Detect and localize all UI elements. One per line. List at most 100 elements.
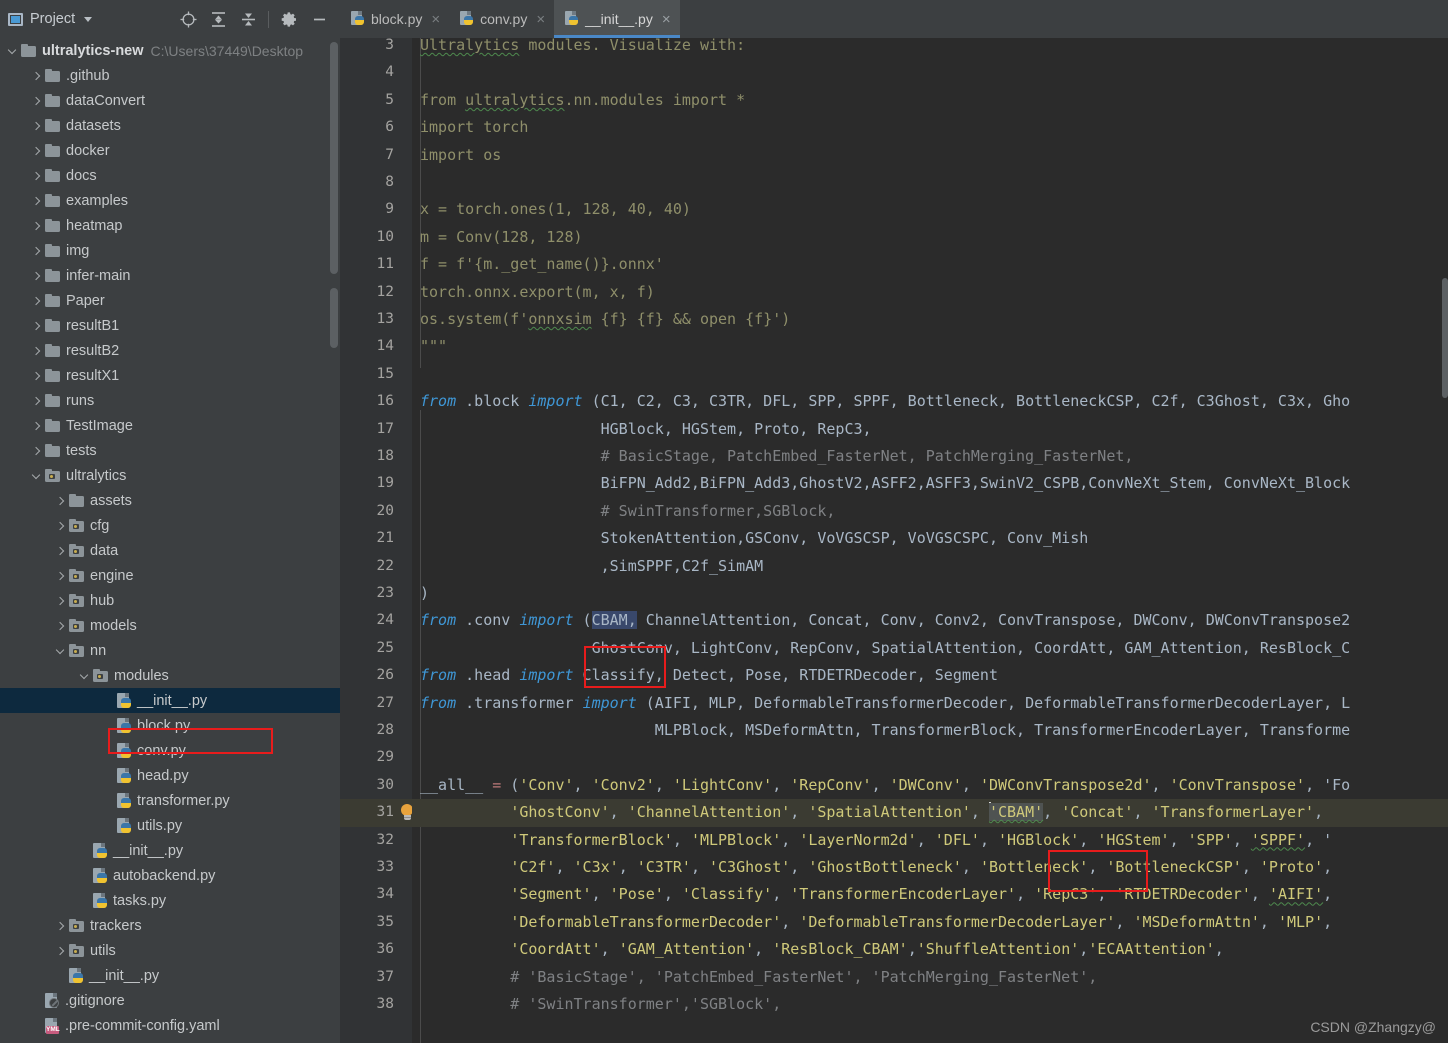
- chevron-right-icon[interactable]: [30, 419, 43, 432]
- tree-item-dataconvert[interactable]: dataConvert: [0, 88, 340, 113]
- collapse-all-icon[interactable]: [233, 4, 263, 34]
- chevron-down-icon[interactable]: [30, 469, 43, 482]
- expand-all-icon[interactable]: [203, 4, 233, 34]
- line-number: 19: [376, 475, 394, 492]
- chevron-right-icon[interactable]: [30, 169, 43, 182]
- code-content[interactable]: Ultralytics modules. Visualize with: from…: [412, 38, 1448, 1043]
- tree-item-data[interactable]: data: [0, 538, 340, 563]
- chevron-right-icon[interactable]: [54, 544, 67, 557]
- tree-item-testimage[interactable]: TestImage: [0, 413, 340, 438]
- tree-item-ultralytics[interactable]: ultralytics: [0, 463, 340, 488]
- hide-panel-icon[interactable]: [304, 4, 334, 34]
- tree-item-transformer-py[interactable]: transformer.py: [0, 788, 340, 813]
- tree-item-pre-commit-config-yaml[interactable]: YML .pre-commit-config.yaml: [0, 1013, 340, 1038]
- editor-tab-block-py[interactable]: block.py ×: [340, 0, 449, 38]
- chevron-right-icon[interactable]: [30, 219, 43, 232]
- chevron-right-icon[interactable]: [54, 494, 67, 507]
- tree-item-tests[interactable]: tests: [0, 438, 340, 463]
- chevron-right-icon[interactable]: [30, 144, 43, 157]
- chevron-right-icon[interactable]: [30, 244, 43, 257]
- tree-item-label: tests: [66, 442, 97, 459]
- editor-tab-init-py[interactable]: __init__.py ×: [554, 0, 681, 38]
- editor-tab-bar: block.py × conv.py × __init__.py ×: [340, 0, 1448, 38]
- chevron-right-icon[interactable]: [54, 569, 67, 582]
- tree-item-models[interactable]: models: [0, 613, 340, 638]
- chevron-right-icon[interactable]: [30, 444, 43, 457]
- tree-item-conv-py[interactable]: conv.py: [0, 738, 340, 763]
- tree-item-img[interactable]: img: [0, 238, 340, 263]
- tree-item-init-py[interactable]: __init__.py: [0, 688, 340, 713]
- tree-scrollbar-lower[interactable]: [330, 288, 338, 348]
- tree-item-label: examples: [66, 192, 129, 209]
- project-panel-title-button[interactable]: Project: [8, 11, 93, 27]
- chevron-right-icon[interactable]: [54, 919, 67, 932]
- tree-item-autobackend-py[interactable]: autobackend.py: [0, 863, 340, 888]
- tree-item-init-py[interactable]: __init__.py: [0, 963, 340, 988]
- editor-scrollbar[interactable]: [1442, 278, 1448, 398]
- tree-item-head-py[interactable]: head.py: [0, 763, 340, 788]
- tree-item-utils[interactable]: utils: [0, 938, 340, 963]
- chevron-right-icon[interactable]: [30, 294, 43, 307]
- chevron-right-icon[interactable]: [30, 394, 43, 407]
- tree-item-nn[interactable]: nn: [0, 638, 340, 663]
- tree-item-resultb2[interactable]: resultB2: [0, 338, 340, 363]
- tree-item-label: runs: [66, 392, 95, 409]
- tree-item-docker[interactable]: docker: [0, 138, 340, 163]
- chevron-right-icon[interactable]: [54, 594, 67, 607]
- close-tab-icon[interactable]: ×: [536, 12, 545, 27]
- tree-item-gitignore[interactable]: .gitignore: [0, 988, 340, 1013]
- tree-item-trackers[interactable]: trackers: [0, 913, 340, 938]
- tree-item-paper[interactable]: Paper: [0, 288, 340, 313]
- tree-item-heatmap[interactable]: heatmap: [0, 213, 340, 238]
- tree-item-ultralytics-new[interactable]: ultralytics-new C:\Users\37449\Desktop: [0, 38, 340, 63]
- chevron-right-icon[interactable]: [30, 269, 43, 282]
- tree-item-assets[interactable]: assets: [0, 488, 340, 513]
- chevron-right-icon[interactable]: [54, 944, 67, 957]
- tree-item-github[interactable]: .github: [0, 63, 340, 88]
- close-tab-icon[interactable]: ×: [662, 12, 671, 27]
- settings-gear-icon[interactable]: [274, 4, 304, 34]
- tree-item-label: engine: [90, 567, 134, 584]
- chevron-down-icon[interactable]: [6, 44, 19, 57]
- editor-tab-conv-py[interactable]: conv.py ×: [449, 0, 554, 38]
- chevron-right-icon[interactable]: [30, 369, 43, 382]
- tree-item-utils-py[interactable]: utils.py: [0, 813, 340, 838]
- tree-item-resultb1[interactable]: resultB1: [0, 313, 340, 338]
- chevron-right-icon[interactable]: [30, 94, 43, 107]
- chevron-down-icon[interactable]: [84, 16, 93, 22]
- tree-item-tasks-py[interactable]: tasks.py: [0, 888, 340, 913]
- line-number: 24: [376, 612, 394, 629]
- chevron-down-icon[interactable]: [78, 669, 91, 682]
- tree-item-examples[interactable]: examples: [0, 188, 340, 213]
- chevron-down-icon[interactable]: [54, 644, 67, 657]
- chevron-right-icon[interactable]: [30, 344, 43, 357]
- chevron-right-icon[interactable]: [30, 194, 43, 207]
- line-number: 20: [376, 502, 394, 519]
- chevron-right-icon[interactable]: [54, 519, 67, 532]
- python-file-icon: [351, 11, 365, 27]
- folder-icon: [45, 394, 61, 407]
- chevron-right-icon[interactable]: [30, 119, 43, 132]
- tree-item-init-py[interactable]: __init__.py: [0, 838, 340, 863]
- tree-item-datasets[interactable]: datasets: [0, 113, 340, 138]
- tree-item-modules[interactable]: modules: [0, 663, 340, 688]
- tree-item-block-py[interactable]: block.py: [0, 713, 340, 738]
- folder-icon: [45, 169, 61, 182]
- chevron-right-icon[interactable]: [54, 619, 67, 632]
- editor-gutter[interactable]: 3 4 5 6 7 8 9 10 11 12 13 14 15 16 17 18 19 20 21 22 23 24 25 2…: [340, 38, 413, 1043]
- tree-item-infer-main[interactable]: infer-main: [0, 263, 340, 288]
- chevron-right-icon[interactable]: [30, 69, 43, 82]
- tree-item-cfg[interactable]: cfg: [0, 513, 340, 538]
- tree-scrollbar[interactable]: [330, 42, 338, 274]
- tree-item-docs[interactable]: docs: [0, 163, 340, 188]
- tree-item-engine[interactable]: engine: [0, 563, 340, 588]
- close-tab-icon[interactable]: ×: [431, 12, 440, 27]
- tree-item-hub[interactable]: hub: [0, 588, 340, 613]
- tree-item-runs[interactable]: runs: [0, 388, 340, 413]
- locate-in-tree-icon[interactable]: [173, 4, 203, 34]
- python-file-icon: [117, 792, 132, 809]
- project-tree[interactable]: YML .pre-commit-config.yaml .gitignore __in…: [0, 38, 340, 1043]
- tree-item-resultx1[interactable]: resultX1: [0, 363, 340, 388]
- code-editor[interactable]: 3 4 5 6 7 8 9 10 11 12 13 14 15 16 17 18 19 20 21 22 23 24 25 2…: [340, 38, 1448, 1043]
- chevron-right-icon[interactable]: [30, 319, 43, 332]
